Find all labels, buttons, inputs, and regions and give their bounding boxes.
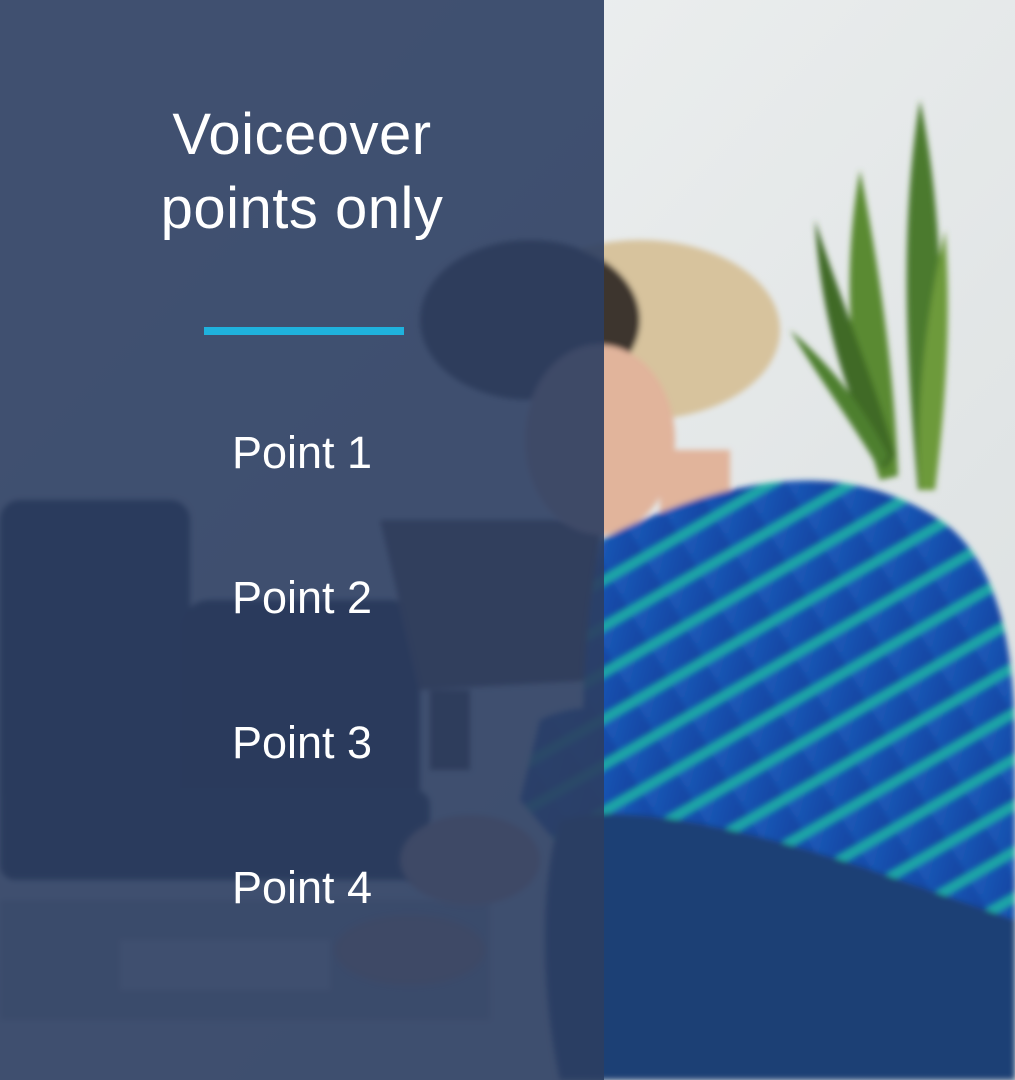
slide-title: Voiceover points only (0, 98, 604, 246)
point-item: Point 1 (231, 427, 373, 478)
accent-divider (204, 327, 404, 335)
title-line-1: Voiceover (172, 102, 432, 167)
point-item: Point 3 (231, 717, 373, 768)
title-line-2: points only (160, 176, 444, 241)
content-panel: Voiceover points only Point 1 Point 2 Po… (0, 0, 604, 1080)
slide: Voiceover points only Point 1 Point 2 Po… (0, 0, 1015, 1080)
point-item: Point 2 (231, 572, 373, 623)
points-list: Point 1 Point 2 Point 3 Point 4 (0, 418, 604, 998)
point-item: Point 4 (231, 862, 373, 913)
